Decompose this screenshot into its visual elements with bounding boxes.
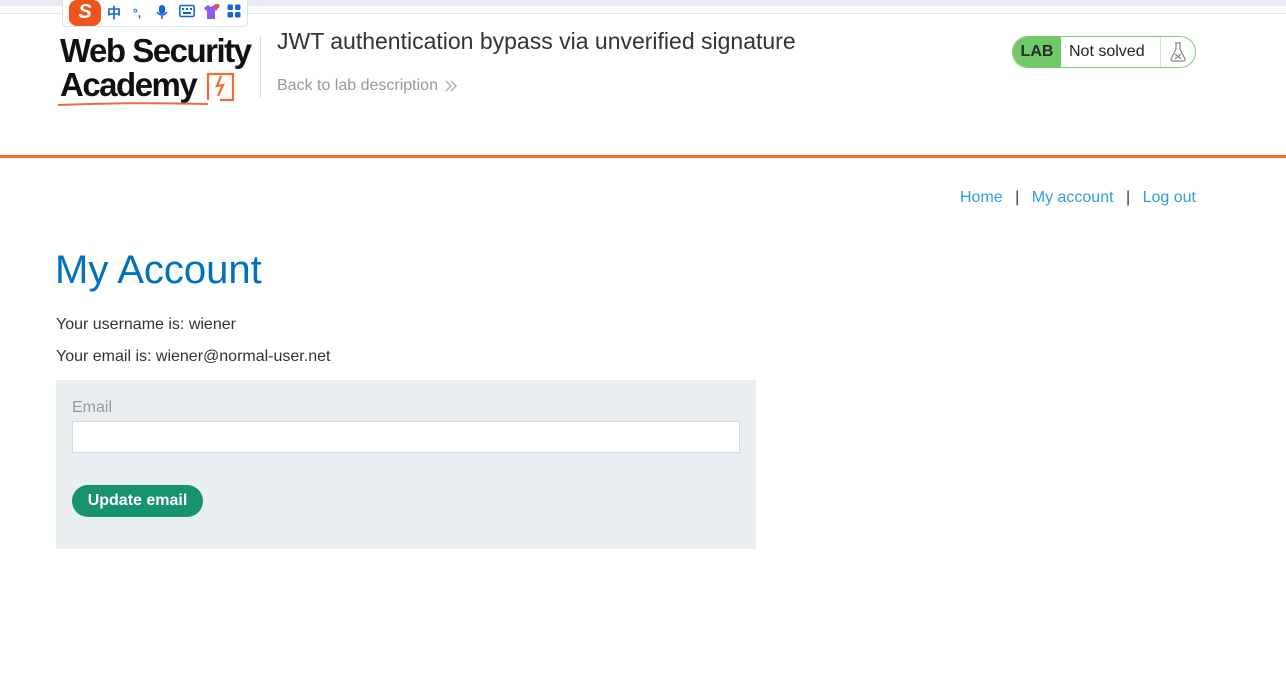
keyboard-icon[interactable]: [179, 4, 195, 22]
lab-title: JWT authentication bypass via unverified…: [277, 28, 796, 54]
ime-toolbar[interactable]: S 中 °,: [62, 0, 248, 27]
nav-link-log-out[interactable]: Log out: [1143, 189, 1196, 206]
ime-logo-icon[interactable]: S: [69, 0, 101, 26]
flask-icon: [1161, 37, 1195, 67]
double-chevron-right-icon: [445, 80, 457, 92]
ime-punctuation-toggle[interactable]: °,: [133, 4, 141, 22]
nav-link-my-account[interactable]: My account: [1032, 189, 1114, 206]
page-title: My Account: [55, 248, 262, 292]
logo-text-line1: Web Security: [60, 32, 252, 69]
header-divider: [260, 36, 261, 98]
ime-language-toggle[interactable]: 中: [107, 4, 121, 22]
nav-link-home[interactable]: Home: [960, 189, 1003, 206]
logo-underline-stroke: [58, 102, 208, 106]
badge-status-text: Not solved: [1061, 37, 1161, 67]
top-nav: Home | My account | Log out: [960, 189, 1196, 207]
skin-shirt-icon[interactable]: [202, 3, 220, 24]
nav-separator: |: [1126, 189, 1131, 206]
email-text: Your email is: wiener@normal-user.net: [56, 348, 331, 365]
header-orange-rule: [0, 155, 1286, 158]
badge-lab-label: LAB: [1013, 37, 1061, 67]
logo-text-line2: Academy: [60, 66, 198, 103]
update-email-form: Email Update email: [56, 380, 756, 549]
lab-status-badge: LAB Not solved: [1012, 36, 1196, 68]
nav-separator: |: [1015, 189, 1020, 206]
logo-flag-icon: [206, 72, 235, 102]
back-to-lab-description-link[interactable]: Back to lab description: [277, 77, 458, 95]
email-field-label: Email: [72, 399, 113, 416]
username-text: Your username is: wiener: [56, 316, 236, 333]
web-security-academy-logo[interactable]: Web Security Academy: [58, 30, 258, 110]
apps-grid-icon[interactable]: [227, 4, 241, 22]
email-field[interactable]: [72, 421, 740, 453]
update-email-button[interactable]: Update email: [72, 485, 203, 517]
back-link-label: Back to lab description: [277, 77, 438, 94]
microphone-icon[interactable]: [155, 4, 169, 24]
